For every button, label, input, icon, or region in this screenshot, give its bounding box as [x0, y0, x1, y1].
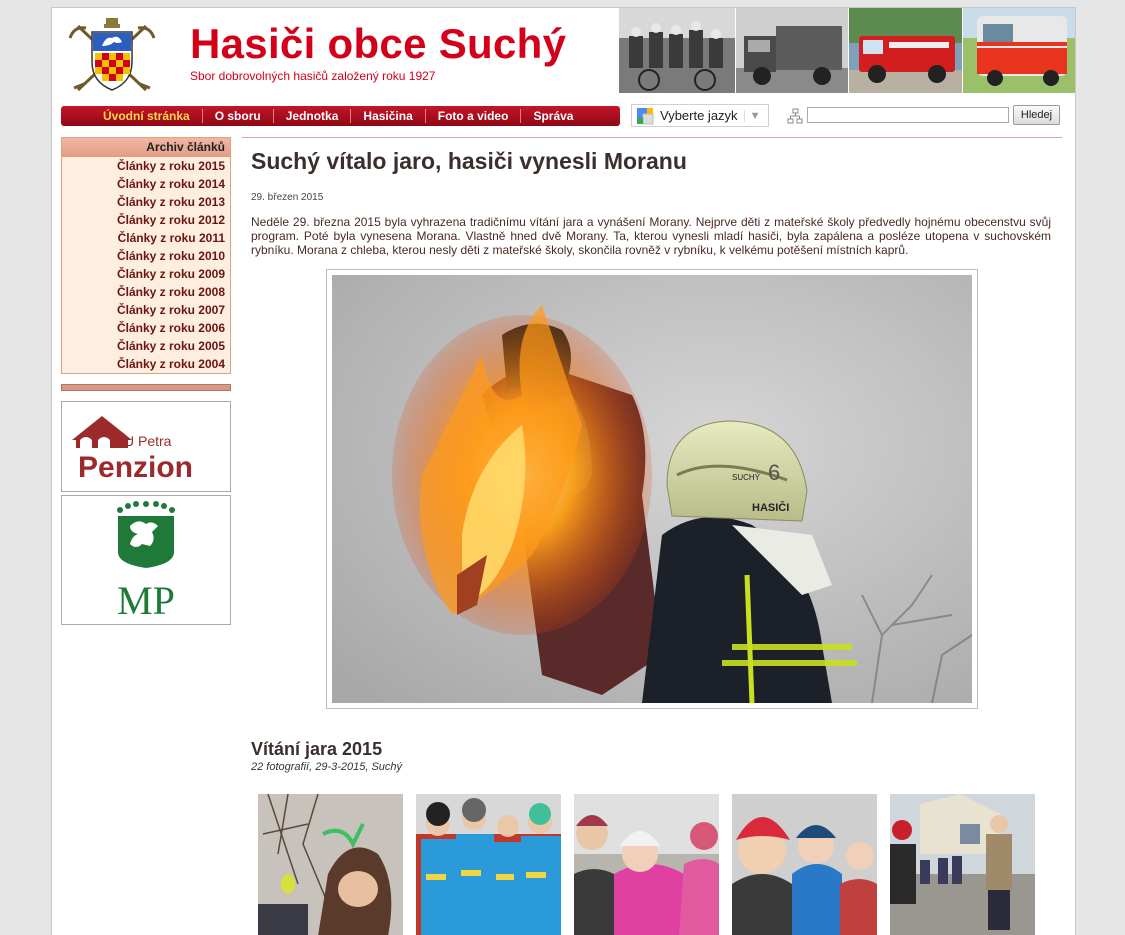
- nav-item-firefighting[interactable]: Hasičina: [350, 109, 424, 123]
- archive-link-2008[interactable]: Články z roku 2008: [62, 283, 230, 301]
- content-divider: [242, 137, 1062, 138]
- header-photo-historic-firemen: [619, 8, 735, 93]
- article-title[interactable]: Suchý vítalo jaro, hasiči vynesli Moranu: [251, 148, 687, 175]
- sitemap-icon[interactable]: [787, 108, 803, 124]
- header-photo-red-truck: [849, 8, 962, 93]
- banner-penzion[interactable]: U Petra Penzion: [61, 401, 231, 492]
- banner-mp[interactable]: MP: [61, 495, 231, 625]
- gallery-thumb-4[interactable]: [732, 794, 877, 935]
- helmet-number: 6: [768, 460, 780, 485]
- gallery-thumb-5[interactable]: [890, 794, 1035, 935]
- fire-brigade-logo[interactable]: [64, 16, 160, 98]
- archive-title: Archiv článků: [62, 138, 230, 157]
- chevron-down-icon: ▼: [743, 109, 760, 122]
- penzion-line1: U Petra: [124, 433, 172, 449]
- article-photo-burning-morana[interactable]: SUCHÝ HASIČI 6: [332, 275, 972, 703]
- language-label: Vyberte jazyk: [660, 108, 738, 123]
- sidebar-divider: [61, 384, 231, 391]
- article-photo-frame: SUCHÝ HASIČI 6: [326, 269, 978, 709]
- archive-link-2009[interactable]: Články z roku 2009: [62, 265, 230, 283]
- gallery-thumb-3[interactable]: [574, 794, 719, 935]
- page-container: Hasiči obce Suchý Sbor dobrovolných hasi…: [51, 7, 1076, 935]
- mp-banner-text: MP: [117, 578, 175, 623]
- nav-item-home[interactable]: Úvodní stránka: [91, 109, 202, 123]
- search-button[interactable]: Hledej: [1013, 105, 1060, 125]
- gallery-thumb-2[interactable]: [416, 794, 561, 935]
- site-subtitle: Sbor dobrovolných hasičů založený roku 1…: [190, 69, 436, 83]
- archive-link-2004[interactable]: Články z roku 2004: [62, 355, 230, 373]
- header-photo-modern-van: [963, 8, 1075, 93]
- penzion-line2: Penzion: [78, 451, 193, 484]
- nav-item-admin[interactable]: Správa: [520, 109, 585, 123]
- archive-link-2010[interactable]: Články z roku 2010: [62, 247, 230, 265]
- site-title[interactable]: Hasiči obce Suchý: [190, 20, 566, 68]
- archive-list: Články z roku 2015 Články z roku 2014 Čl…: [62, 157, 230, 373]
- gallery-thumb-1[interactable]: [258, 794, 403, 935]
- main-nav: Úvodní stránka O sboru Jednotka Hasičina…: [61, 106, 620, 126]
- nav-item-unit[interactable]: Jednotka: [272, 109, 351, 123]
- language-select[interactable]: Vyberte jazyk ▼: [631, 104, 769, 127]
- gallery-title[interactable]: Vítání jara 2015: [251, 739, 382, 760]
- article-body: Neděle 29. března 2015 byla vyhrazena tr…: [251, 215, 1051, 257]
- archive-link-2006[interactable]: Články z roku 2006: [62, 319, 230, 337]
- helmet-text-2: HASIČI: [752, 501, 789, 514]
- archive-link-2005[interactable]: Články z roku 2005: [62, 337, 230, 355]
- archive-link-2014[interactable]: Články z roku 2014: [62, 175, 230, 193]
- article-date: 29. březen 2015: [251, 192, 324, 203]
- article-archive: Archiv článků Články z roku 2015 Články …: [61, 137, 231, 374]
- nav-item-about[interactable]: O sboru: [201, 109, 273, 123]
- search-input[interactable]: [807, 107, 1009, 123]
- archive-link-2012[interactable]: Články z roku 2012: [62, 211, 230, 229]
- archive-link-2007[interactable]: Články z roku 2007: [62, 301, 230, 319]
- gallery-meta: 22 fotografií, 29-3-2015, Suchý: [251, 761, 403, 773]
- header-photo-old-truck: [736, 8, 848, 93]
- helmet-text: SUCHÝ: [732, 473, 761, 482]
- archive-link-2011[interactable]: Články z roku 2011: [62, 229, 230, 247]
- nav-item-photo-video[interactable]: Foto a video: [424, 109, 521, 123]
- archive-link-2015[interactable]: Články z roku 2015: [62, 157, 230, 175]
- archive-link-2013[interactable]: Články z roku 2013: [62, 193, 230, 211]
- google-translate-icon: [637, 107, 654, 124]
